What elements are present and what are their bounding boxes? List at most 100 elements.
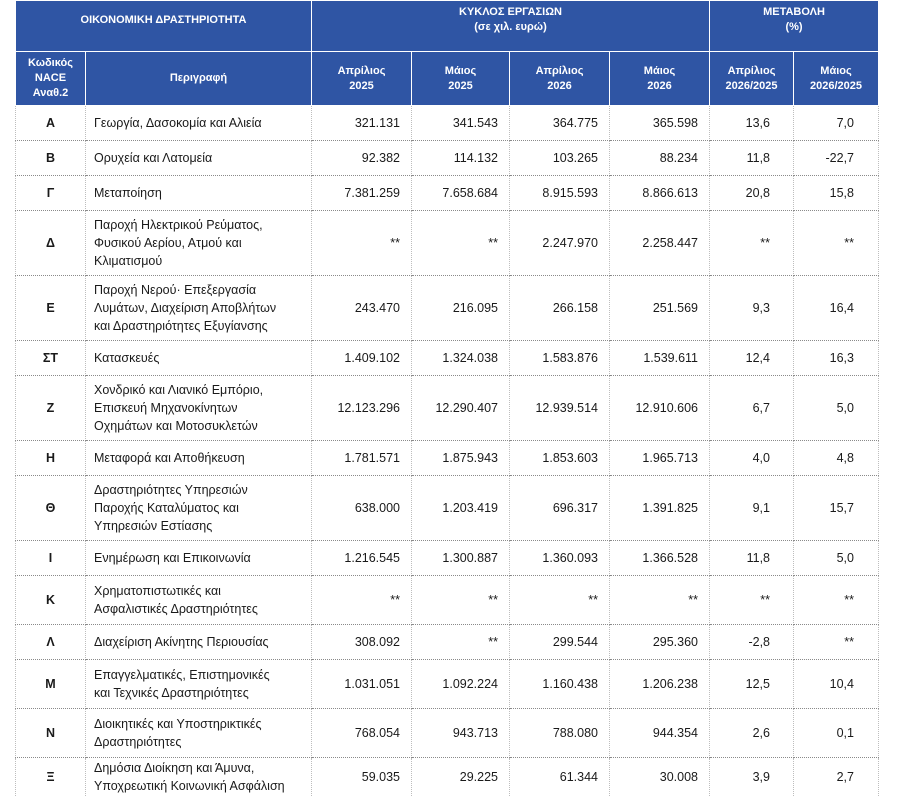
nace-code-cell: Κ	[16, 576, 86, 625]
may2026-value-cell: 251.569	[610, 276, 710, 341]
nace-code-cell: Ι	[16, 541, 86, 576]
description-cell: Διαχείριση Ακίνητης Περιουσίας	[86, 625, 312, 660]
change-apr-cell: 11,8	[710, 141, 794, 176]
nace-code-cell: ΣΤ	[16, 341, 86, 376]
may2026-value-cell: 8.866.613	[610, 176, 710, 211]
change-may-cell: 10,4	[794, 660, 879, 709]
nace-code-cell: Ε	[16, 276, 86, 341]
change-apr-cell: **	[710, 576, 794, 625]
apr2025-value-cell: 12.123.296	[312, 376, 412, 441]
nace-code-cell: Θ	[16, 476, 86, 541]
description-line: Μεταποίηση	[94, 184, 310, 202]
table-row: ΕΠαροχή Νερού· ΕπεξεργασίαΛυμάτων, Διαχε…	[16, 276, 879, 341]
description-cell: Ορυχεία και Λατομεία	[86, 141, 312, 176]
may2026-column-header: Μάιος2026	[610, 52, 710, 106]
change-apr-cell: 12,4	[710, 341, 794, 376]
nace-code-cell: Η	[16, 441, 86, 476]
may2026-value-cell: 295.360	[610, 625, 710, 660]
apr2026-value-cell: 696.317	[510, 476, 610, 541]
apr2026-value-cell: 788.080	[510, 709, 610, 758]
may2025-value-cell: 7.658.684	[412, 176, 510, 211]
change-apr-cell: 2,6	[710, 709, 794, 758]
apr2025-value-cell: 1.781.571	[312, 441, 412, 476]
nace-code-cell: Β	[16, 141, 86, 176]
apr2026-value-cell: 61.344	[510, 758, 610, 796]
apr2026-value-cell: 1.160.438	[510, 660, 610, 709]
apr2025-value-cell: 1.031.051	[312, 660, 412, 709]
table-row: ΘΔραστηριότητες ΥπηρεσιώνΠαροχής Καταλύμ…	[16, 476, 879, 541]
table-row: ΑΓεωργία, Δασοκομία και Αλιεία321.131341…	[16, 106, 879, 141]
apr2026-value-cell: 2.247.970	[510, 211, 610, 276]
nace-code-cell: Δ	[16, 211, 86, 276]
may2026-value-cell: 1.391.825	[610, 476, 710, 541]
turnover-table: ΟΙΚΟΝΟΜΙΚΗ ΔΡΑΣΤΗΡΙΟΤΗΤΑ ΚΥΚΛΟΣ ΕΡΓΑΣΙΩΝ…	[15, 0, 879, 796]
description-line: Υποχρεωτική Κοινωνική Ασφάλιση	[94, 777, 310, 795]
description-cell: Μεταποίηση	[86, 176, 312, 211]
change-may-cell: 5,0	[794, 376, 879, 441]
table-row: ΜΕπαγγελματικές, Επιστημονικέςκαι Τεχνικ…	[16, 660, 879, 709]
may2026-value-cell: 1.965.713	[610, 441, 710, 476]
change-apr-cell: 20,8	[710, 176, 794, 211]
description-cell: Χρηματοπιστωτικές καιΑσφαλιστικές Δραστη…	[86, 576, 312, 625]
change-may-cell: 15,7	[794, 476, 879, 541]
change-apr-cell: 4,0	[710, 441, 794, 476]
description-line: Οχημάτων και Μοτοσυκλετών	[94, 417, 310, 435]
apr2025-value-cell: 321.131	[312, 106, 412, 141]
may2026-value-cell: 1.539.611	[610, 341, 710, 376]
may2025-value-cell: **	[412, 625, 510, 660]
apr2026-value-cell: 1.360.093	[510, 541, 610, 576]
may2025-column-header: Μάιος2025	[412, 52, 510, 106]
table-row: ΒΟρυχεία και Λατομεία92.382114.132103.26…	[16, 141, 879, 176]
change-apr-cell: -2,8	[710, 625, 794, 660]
description-line: Λυμάτων, Διαχείριση Αποβλήτων	[94, 299, 310, 317]
turnover-group-header: ΚΥΚΛΟΣ ΕΡΓΑΣΙΩΝ(σε χιλ. ευρώ)	[312, 1, 710, 52]
change-group-header: ΜΕΤΑΒΟΛΗ(%)	[710, 1, 879, 52]
table-row: ΞΔημόσια Διοίκηση και Άμυνα,Υποχρεωτική …	[16, 758, 879, 796]
table-row: ΔΠαροχή Ηλεκτρικού Ρεύματος,Φυσικού Αερί…	[16, 211, 879, 276]
apr2026-value-cell: 364.775	[510, 106, 610, 141]
change-may-cell: 16,3	[794, 341, 879, 376]
nace-code-cell: Ξ	[16, 758, 86, 796]
may2025-value-cell: 114.132	[412, 141, 510, 176]
apr2025-value-cell: **	[312, 211, 412, 276]
description-cell: Γεωργία, Δασοκομία και Αλιεία	[86, 106, 312, 141]
change-may-cell: 7,0	[794, 106, 879, 141]
may2026-value-cell: 30.008	[610, 758, 710, 796]
may2026-value-cell: 12.910.606	[610, 376, 710, 441]
may2026-value-cell: 944.354	[610, 709, 710, 758]
may2025-value-cell: 943.713	[412, 709, 510, 758]
nace-code-cell: Μ	[16, 660, 86, 709]
description-cell: Ενημέρωση και Επικοινωνία	[86, 541, 312, 576]
apr2026-value-cell: 12.939.514	[510, 376, 610, 441]
change-may-column-header: Μάιος2026/2025	[794, 52, 879, 106]
table-row: ΣΤΚατασκευές1.409.1021.324.0381.583.8761…	[16, 341, 879, 376]
change-apr-cell: **	[710, 211, 794, 276]
may2025-value-cell: **	[412, 576, 510, 625]
apr2025-column-header: Απρίλιος2025	[312, 52, 412, 106]
change-apr-cell: 9,1	[710, 476, 794, 541]
change-may-cell: 16,4	[794, 276, 879, 341]
apr2026-value-cell: 266.158	[510, 276, 610, 341]
may2026-value-cell: 88.234	[610, 141, 710, 176]
description-cell: Παροχή Νερού· ΕπεξεργασίαΛυμάτων, Διαχεί…	[86, 276, 312, 341]
apr2025-value-cell: 7.381.259	[312, 176, 412, 211]
may2025-value-cell: 1.092.224	[412, 660, 510, 709]
change-may-cell: 2,7	[794, 758, 879, 796]
may2025-value-cell: 341.543	[412, 106, 510, 141]
apr2026-value-cell: 1.853.603	[510, 441, 610, 476]
change-may-cell: **	[794, 625, 879, 660]
apr2026-value-cell: 103.265	[510, 141, 610, 176]
description-line: Δραστηριότητες Υπηρεσιών	[94, 481, 310, 499]
description-line: Επισκευή Μηχανοκίνητων	[94, 399, 310, 417]
may2026-value-cell: **	[610, 576, 710, 625]
table-row: ΓΜεταποίηση7.381.2597.658.6848.915.5938.…	[16, 176, 879, 211]
change-may-cell: 5,0	[794, 541, 879, 576]
may2026-value-cell: 1.206.238	[610, 660, 710, 709]
apr2025-value-cell: 768.054	[312, 709, 412, 758]
description-line: Γεωργία, Δασοκομία και Αλιεία	[94, 114, 310, 132]
change-apr-column-header: Απρίλιος2026/2025	[710, 52, 794, 106]
may2026-value-cell: 2.258.447	[610, 211, 710, 276]
apr2025-value-cell: 638.000	[312, 476, 412, 541]
description-cell: Διοικητικές και ΥποστηρικτικέςΔραστηριότ…	[86, 709, 312, 758]
description-line: και Τεχνικές Δραστηριότητες	[94, 684, 310, 702]
